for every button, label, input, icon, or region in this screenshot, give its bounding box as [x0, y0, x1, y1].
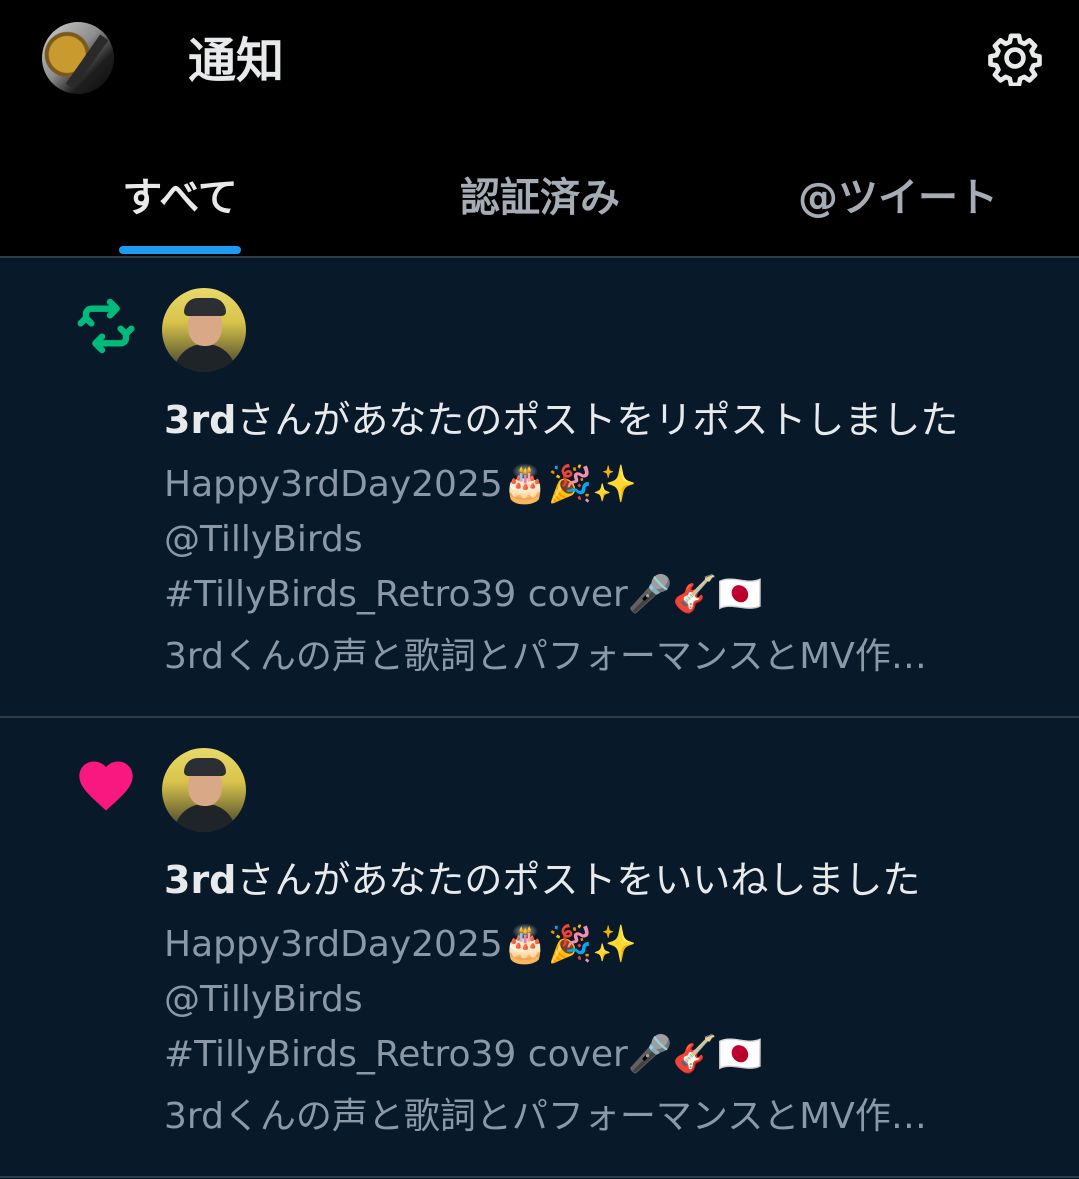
notification-headline: 3rdさんがあなたのポストをいいねしました: [164, 852, 920, 908]
post-text-line: @TillyBirds: [164, 979, 363, 1020]
notification-action-text: さんがあなたのポストをリポストしました: [236, 398, 959, 442]
active-tab-indicator: [119, 246, 241, 254]
post-text-line: @TillyBirds: [164, 519, 363, 560]
gear-icon[interactable]: [987, 30, 1043, 86]
post-text-line: #TillyBirds_Retro39 cover🎤🎸🇯🇵: [164, 1034, 763, 1075]
actor-name[interactable]: 3rd: [164, 398, 236, 442]
avatar-cap: [184, 298, 226, 316]
avatar-body: [174, 344, 236, 372]
post-text-line: #TillyBirds_Retro39 cover🎤🎸🇯🇵: [164, 574, 763, 615]
heart-icon: [79, 761, 133, 811]
actor-avatar[interactable]: [162, 748, 246, 832]
post-text-line: 3rdくんの声と歌詞とパフォーマンスとMV作…: [164, 1096, 927, 1137]
repost-icon: [77, 298, 135, 354]
tab-verified[interactable]: 認証済み: [440, 170, 640, 230]
avatar-guitar-neck: [65, 34, 109, 90]
post-text-line: 3rdくんの声と歌詞とパフォーマンスとMV作…: [164, 636, 927, 677]
notification-item-repost[interactable]: 3rdさんがあなたのポストをリポストしました Happy3rdDay2025🎂🎉…: [0, 258, 1079, 718]
post-text-line: Happy3rdDay2025🎂🎉✨: [164, 924, 638, 965]
top-app-bar: 通知 すべて 認証済み @ツイート: [0, 0, 1079, 258]
notification-headline: 3rdさんがあなたのポストをリポストしました: [164, 392, 958, 448]
post-text-line: Happy3rdDay2025🎂🎉✨: [164, 464, 638, 505]
avatar-cap: [184, 758, 226, 776]
actor-avatar[interactable]: [162, 288, 246, 372]
tab-all[interactable]: すべて: [118, 170, 242, 230]
profile-avatar[interactable]: [42, 22, 114, 94]
actor-name[interactable]: 3rd: [164, 858, 236, 902]
page-title: 通知: [188, 33, 285, 89]
avatar-body: [174, 804, 236, 832]
tab-mentions[interactable]: @ツイート: [780, 170, 1016, 230]
notification-item-like[interactable]: 3rdさんがあなたのポストをいいねしました Happy3rdDay2025🎂🎉✨…: [0, 718, 1079, 1178]
notification-action-text: さんがあなたのポストをいいねしました: [236, 858, 921, 902]
